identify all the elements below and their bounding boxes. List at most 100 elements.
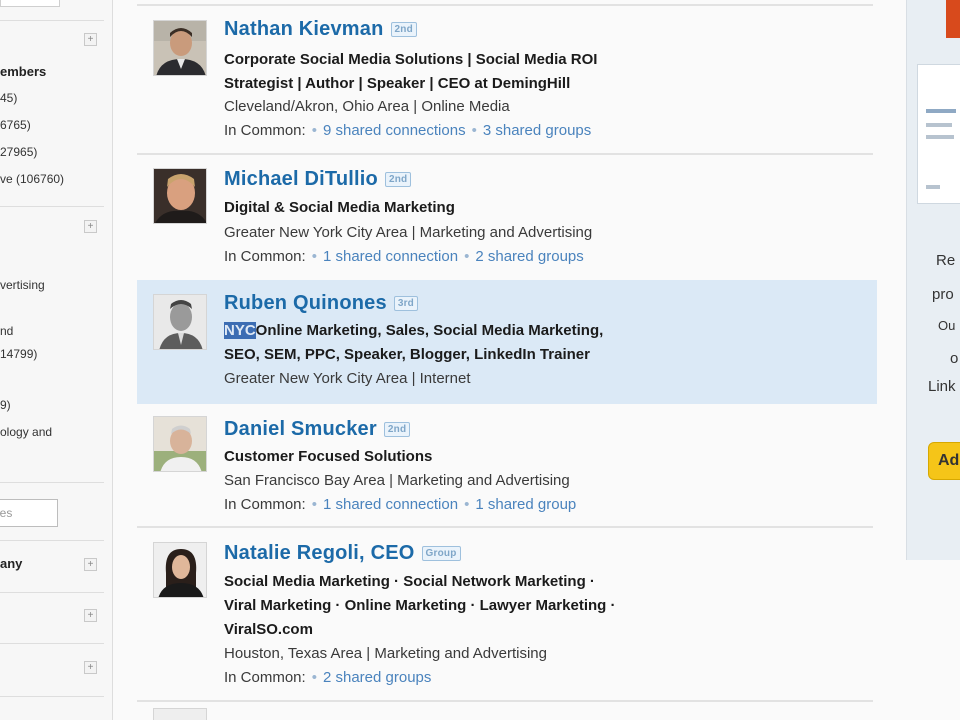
headline-line: Corporate Social Media Solutions | Socia… — [224, 51, 598, 68]
shared-groups-link[interactable]: 1 shared group — [464, 496, 576, 513]
profile-headline: Customer Focused Solutions — [224, 445, 432, 469]
filter-heading-members: embers — [0, 64, 47, 79]
ad-text-line — [926, 135, 954, 139]
rail-text: pro — [932, 286, 954, 303]
shared-connections-link[interactable]: 9 shared connections — [312, 122, 466, 139]
filter-text-input[interactable]: ies — [0, 499, 58, 527]
profile-name-link[interactable]: Michael DiTullio 2nd — [224, 168, 412, 191]
in-common-label: In Common: — [224, 122, 306, 139]
sidebar-divider — [0, 20, 104, 21]
search-results-list: Nathan Kievman 2nd Corporate Social Media… — [137, 0, 877, 720]
filter-expand-toggle[interactable]: + — [84, 661, 97, 674]
shared-groups-link[interactable]: 3 shared groups — [472, 122, 592, 139]
profile-name-link[interactable]: Daniel Smucker 2nd — [224, 418, 411, 441]
ad-image[interactable] — [946, 0, 960, 38]
filter-option[interactable]: 14799) — [0, 347, 37, 361]
filter-expand-toggle[interactable]: + — [84, 220, 97, 233]
result-item: Natalie Regoli, CEO Group Social Media Ma… — [137, 530, 877, 692]
degree-badge: 2nd — [384, 172, 412, 187]
headline-line: SEO, SEM, PPC, Speaker, Blogger, LinkedI… — [224, 346, 590, 363]
profile-name-link[interactable]: Nathan Kievman 2nd — [224, 18, 417, 41]
profile-headline: Social Media Marketing · Social Network … — [224, 570, 615, 642]
sidebar-divider — [0, 540, 104, 541]
ad-text-line — [926, 185, 940, 189]
headline-line: NYCOnline Marketing, Sales, Social Media… — [224, 319, 603, 343]
profile-location: Greater New York City Area | Marketing a… — [224, 224, 593, 241]
rail-text: Ou — [938, 318, 956, 333]
rail-text: Link — [928, 378, 956, 395]
profile-photo[interactable] — [153, 416, 207, 472]
profile-name[interactable]: Nathan Kievman — [224, 18, 384, 40]
result-item: Michael DiTullio 2nd Digital & Social Med… — [137, 156, 877, 278]
profile-photo[interactable] — [153, 20, 207, 76]
filter-option[interactable]: 9) — [0, 398, 11, 412]
degree-badge: 2nd — [390, 22, 417, 37]
filter-option[interactable]: nd — [0, 324, 13, 338]
result-item-highlighted: Ruben Quinones 3rd NYCOnline Marketing, S… — [137, 280, 877, 404]
sidebar-divider — [0, 696, 104, 697]
rail-action-button[interactable]: Ad — [928, 442, 960, 480]
profile-headline: Digital & Social Media Marketing — [224, 196, 455, 220]
in-common-label: In Common: — [224, 496, 306, 513]
profile-name[interactable]: Ruben Quinones — [224, 292, 387, 314]
selected-text: NYC — [224, 322, 256, 339]
profile-headline: Corporate Social Media Solutions | Socia… — [224, 48, 597, 96]
rail-text: o — [950, 350, 959, 367]
headline-text: Online Marketing, Sales, Social Media Ma… — [255, 322, 604, 339]
headline-line: Viral Marketing · Online Marketing · Law… — [224, 597, 616, 614]
in-common: In Common: 2 shared groups — [224, 669, 431, 686]
headline-line: ViralSO.com — [224, 621, 313, 638]
ad-box[interactable] — [917, 64, 960, 204]
shared-groups-link[interactable]: 2 shared groups — [464, 248, 584, 265]
sidebar-top-box — [0, 0, 60, 7]
profile-photo[interactable] — [153, 294, 207, 350]
filter-option[interactable]: vertising — [0, 278, 45, 292]
profile-name[interactable]: Natalie Regoli, CEO — [224, 542, 415, 564]
filter-option[interactable]: 6765) — [0, 118, 31, 132]
profile-name[interactable]: Daniel Smucker — [224, 418, 377, 440]
filter-expand-toggle[interactable]: + — [84, 609, 97, 622]
headline-line: Customer Focused Solutions — [224, 448, 433, 465]
search-results-page: + embers 45) 6765) 27965) ve (106760) + … — [0, 0, 960, 720]
sidebar-divider — [0, 482, 104, 483]
result-item: Daniel Smucker 2nd Customer Focused Solut… — [137, 406, 877, 528]
filter-option[interactable]: ology and — [0, 425, 52, 439]
filter-option[interactable]: 27965) — [0, 145, 37, 159]
in-common: In Common: 1 shared connection 2 shared gr… — [224, 248, 584, 265]
profile-photo-partial[interactable] — [153, 708, 207, 720]
result-separator — [137, 4, 873, 6]
profile-location: Greater New York City Area | Internet — [224, 370, 471, 387]
filter-option[interactable]: ve (106760) — [0, 172, 64, 186]
profile-location: Houston, Texas Area | Marketing and Adve… — [224, 645, 547, 662]
profile-name[interactable]: Michael DiTullio — [224, 168, 378, 190]
profile-photo[interactable] — [153, 542, 207, 598]
profile-headline: NYCOnline Marketing, Sales, Social Media… — [224, 319, 603, 367]
in-common: In Common: 1 shared connection 1 shared gr… — [224, 496, 576, 513]
sidebar-divider — [0, 592, 104, 593]
result-separator — [137, 700, 873, 702]
group-badge: Group — [421, 546, 461, 561]
headline-line: Digital & Social Media Marketing — [224, 199, 455, 216]
headline-line: Strategist | Author | Speaker | CEO at D… — [224, 75, 571, 92]
ad-text-line — [926, 109, 956, 113]
profile-location: San Francisco Bay Area | Marketing and A… — [224, 472, 570, 489]
profile-location: Cleveland/Akron, Ohio Area | Online Medi… — [224, 98, 510, 115]
shared-connections-link[interactable]: 1 shared connection — [312, 496, 458, 513]
filter-option[interactable]: 45) — [0, 91, 17, 105]
filter-sidebar: + embers 45) 6765) 27965) ve (106760) + … — [0, 0, 113, 720]
rail-text: Re — [936, 252, 956, 269]
shared-connections-link[interactable]: 1 shared connection — [312, 248, 458, 265]
filter-expand-toggle[interactable]: + — [84, 558, 97, 571]
profile-photo[interactable] — [153, 168, 207, 224]
profile-name-link[interactable]: Natalie Regoli, CEO Group — [224, 542, 461, 565]
profile-name-link[interactable]: Ruben Quinones 3rd — [224, 292, 418, 315]
result-separator — [137, 153, 873, 155]
result-item: Nathan Kievman 2nd Corporate Social Media… — [137, 8, 877, 152]
in-common-label: In Common: — [224, 248, 306, 265]
in-common: In Common: 9 shared connections 3 shared g… — [224, 122, 591, 139]
result-separator — [137, 526, 873, 528]
filter-expand-toggle[interactable]: + — [84, 33, 97, 46]
sidebar-divider — [0, 643, 104, 644]
shared-groups-link[interactable]: 2 shared groups — [312, 669, 432, 686]
ad-text-line — [926, 123, 952, 127]
